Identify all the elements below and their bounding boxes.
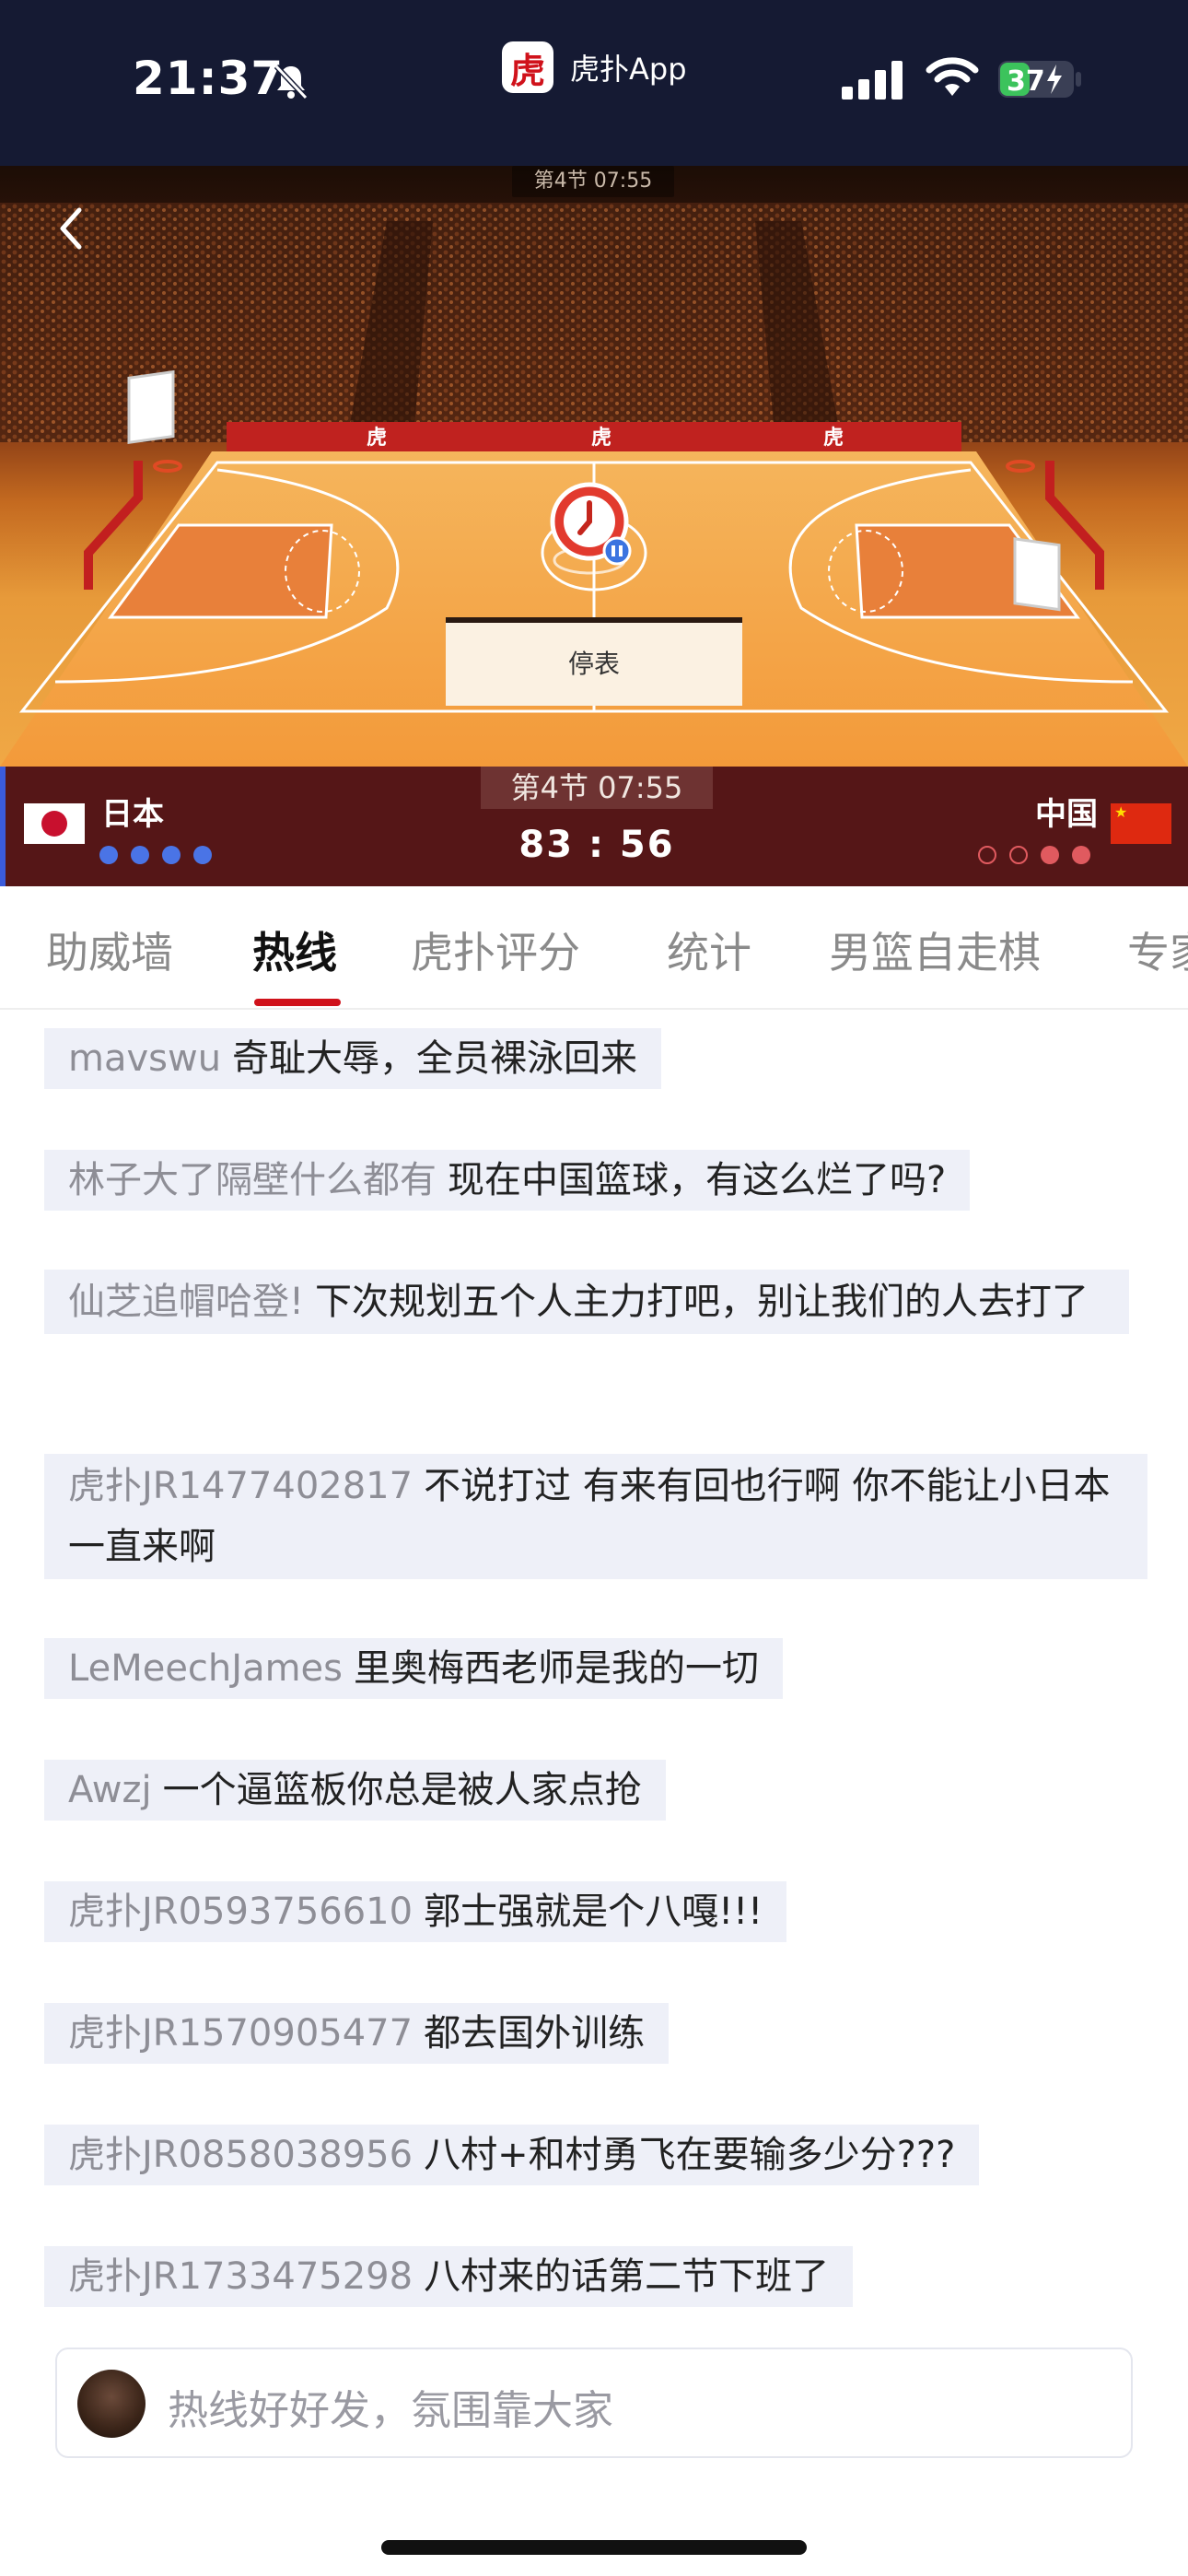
banner-logo-2: 虎 xyxy=(591,426,611,450)
banner-logo-1: 虎 xyxy=(367,426,387,450)
comment-text: 都去国外训练 xyxy=(424,2012,646,2055)
wifi-icon xyxy=(926,57,979,96)
japan-flag-icon xyxy=(24,803,85,844)
tab-hupu-rating[interactable]: 虎扑评分 xyxy=(411,919,580,980)
timeout-clock-icon xyxy=(550,482,632,575)
list-item[interactable]: 虎扑JR0593756610 郭士强就是个八嘎!!! xyxy=(44,1881,787,1942)
tab-cheer-wall[interactable]: 助威墙 xyxy=(46,919,173,980)
hotline-feed[interactable]: mavswu 奇耻大辱，全员裸泳回来 林子大了隔壁什么都有 现在中国篮球，有这么烂了… xyxy=(0,1012,1188,2338)
china-flag-icon xyxy=(1111,803,1171,844)
tab-experts[interactable]: 专家 xyxy=(1127,919,1188,980)
home-indicator[interactable] xyxy=(381,2540,807,2555)
home-team-name: 日本 xyxy=(101,796,164,833)
comment-text: 奇耻大辱，全员裸泳回来 xyxy=(232,1037,638,1080)
comment-user[interactable]: 仙芝追帽哈登! xyxy=(68,1281,304,1323)
scoreboard: 第4节 07:55 日本 83 : 56 中国 xyxy=(0,767,1188,886)
comment-text: 里奥梅西老师是我的一切 xyxy=(354,1647,759,1690)
list-item[interactable]: 林子大了隔壁什么都有 现在中国篮球，有这么烂了吗? xyxy=(44,1150,971,1211)
list-item[interactable]: Awzj 一个逼篮板你总是被人家点抢 xyxy=(44,1760,666,1821)
app-name: 虎扑App xyxy=(570,52,687,87)
list-item[interactable]: mavswu 奇耻大辱，全员裸泳回来 xyxy=(44,1028,662,1089)
comment-user[interactable]: mavswu xyxy=(68,1037,221,1080)
comment-input-placeholder: 热线好好发，氛围靠大家 xyxy=(168,2387,613,2434)
court-period-label: 第4节 07:55 xyxy=(512,166,674,197)
hupu-logo-icon: 虎 xyxy=(502,41,553,93)
list-item[interactable]: 虎扑JR0858038956 八村+和村勇飞在要输多少分??? xyxy=(44,2125,980,2185)
list-item[interactable]: 虎扑JR1477402817 不说打过 有来有回也行啊 你不能让小日本一直来啊 xyxy=(44,1454,1147,1579)
timeout-dot xyxy=(1072,846,1090,864)
signal-icon xyxy=(842,61,903,100)
active-tab-indicator xyxy=(254,999,341,1006)
timeout-status-label: 停表 xyxy=(446,617,742,706)
status-time: 21:37 xyxy=(133,52,285,105)
comment-user[interactable]: 虎扑JR0858038956 xyxy=(68,2134,413,2176)
comment-text: 郭士强就是个八嘎!!! xyxy=(424,1891,763,1933)
comment-user[interactable]: 林子大了隔壁什么都有 xyxy=(68,1159,437,1201)
comment-user[interactable]: 虎扑JR1477402817 xyxy=(68,1465,413,1507)
battery-level: 37 xyxy=(1007,65,1045,98)
comment-user[interactable]: 虎扑JR1733475298 xyxy=(68,2255,413,2298)
game-score: 83 : 56 xyxy=(518,824,675,866)
away-timeouts xyxy=(978,846,1090,864)
tab-bar: 助威墙 热线 虎扑评分 统计 男篮自走棋 专家 xyxy=(0,886,1188,1010)
comment-user[interactable]: 虎扑JR0593756610 xyxy=(68,1891,413,1933)
timeout-dot xyxy=(1041,846,1059,864)
live-court-view: 虎 虎 虎 第4节 07:55 停表 xyxy=(0,166,1188,767)
tab-stats[interactable]: 统计 xyxy=(667,919,751,980)
timeout-dot xyxy=(131,846,149,864)
tab-hotline[interactable]: 热线 xyxy=(252,919,337,980)
comment-user[interactable]: Awzj xyxy=(68,1769,152,1811)
comment-text: 现在中国篮球，有这么烂了吗? xyxy=(448,1159,947,1201)
comment-user[interactable]: LeMeechJames xyxy=(68,1647,343,1690)
tab-auto-chess[interactable]: 男篮自走棋 xyxy=(829,919,1041,980)
comment-user[interactable]: 虎扑JR1570905477 xyxy=(68,2012,413,2055)
return-to-app[interactable]: 虎 虎扑App xyxy=(502,41,687,94)
list-item[interactable]: 虎扑JR1570905477 都去国外训练 xyxy=(44,2003,670,2064)
comment-text: 一个逼篮板你总是被人家点抢 xyxy=(162,1769,642,1811)
away-team-name: 中国 xyxy=(1035,796,1098,833)
timeout-dot xyxy=(99,846,118,864)
timeout-dot xyxy=(1009,846,1028,864)
home-timeouts xyxy=(99,846,212,864)
comment-text: 八村来的话第二节下班了 xyxy=(424,2255,830,2298)
timeout-dot xyxy=(978,846,996,864)
comment-text: 下次规划五个人主力打吧，别让我们的人去打了 xyxy=(315,1281,1089,1323)
list-item[interactable]: 虎扑JR1733475298 八村来的话第二节下班了 xyxy=(44,2246,854,2307)
comment-input[interactable]: 热线好好发，氛围靠大家 xyxy=(55,2348,1133,2458)
comment-text: 八村+和村勇飞在要输多少分??? xyxy=(424,2134,956,2176)
banner-logo-3: 虎 xyxy=(823,426,844,450)
battery-charging-icon: 37 xyxy=(998,61,1081,98)
avatar[interactable] xyxy=(77,2370,146,2438)
timeout-dot xyxy=(193,846,212,864)
list-item[interactable]: 仙芝追帽哈登! 下次规划五个人主力打吧，别让我们的人去打了 xyxy=(44,1270,1129,1334)
timeout-dot xyxy=(162,846,181,864)
list-item[interactable]: LeMeechJames 里奥梅西老师是我的一切 xyxy=(44,1638,783,1699)
status-bar: 21:37 虎 虎扑App 37 xyxy=(0,0,1188,166)
game-period-clock: 第4节 07:55 xyxy=(481,767,713,809)
bell-muted-icon xyxy=(274,64,309,100)
back-icon[interactable] xyxy=(52,201,92,256)
